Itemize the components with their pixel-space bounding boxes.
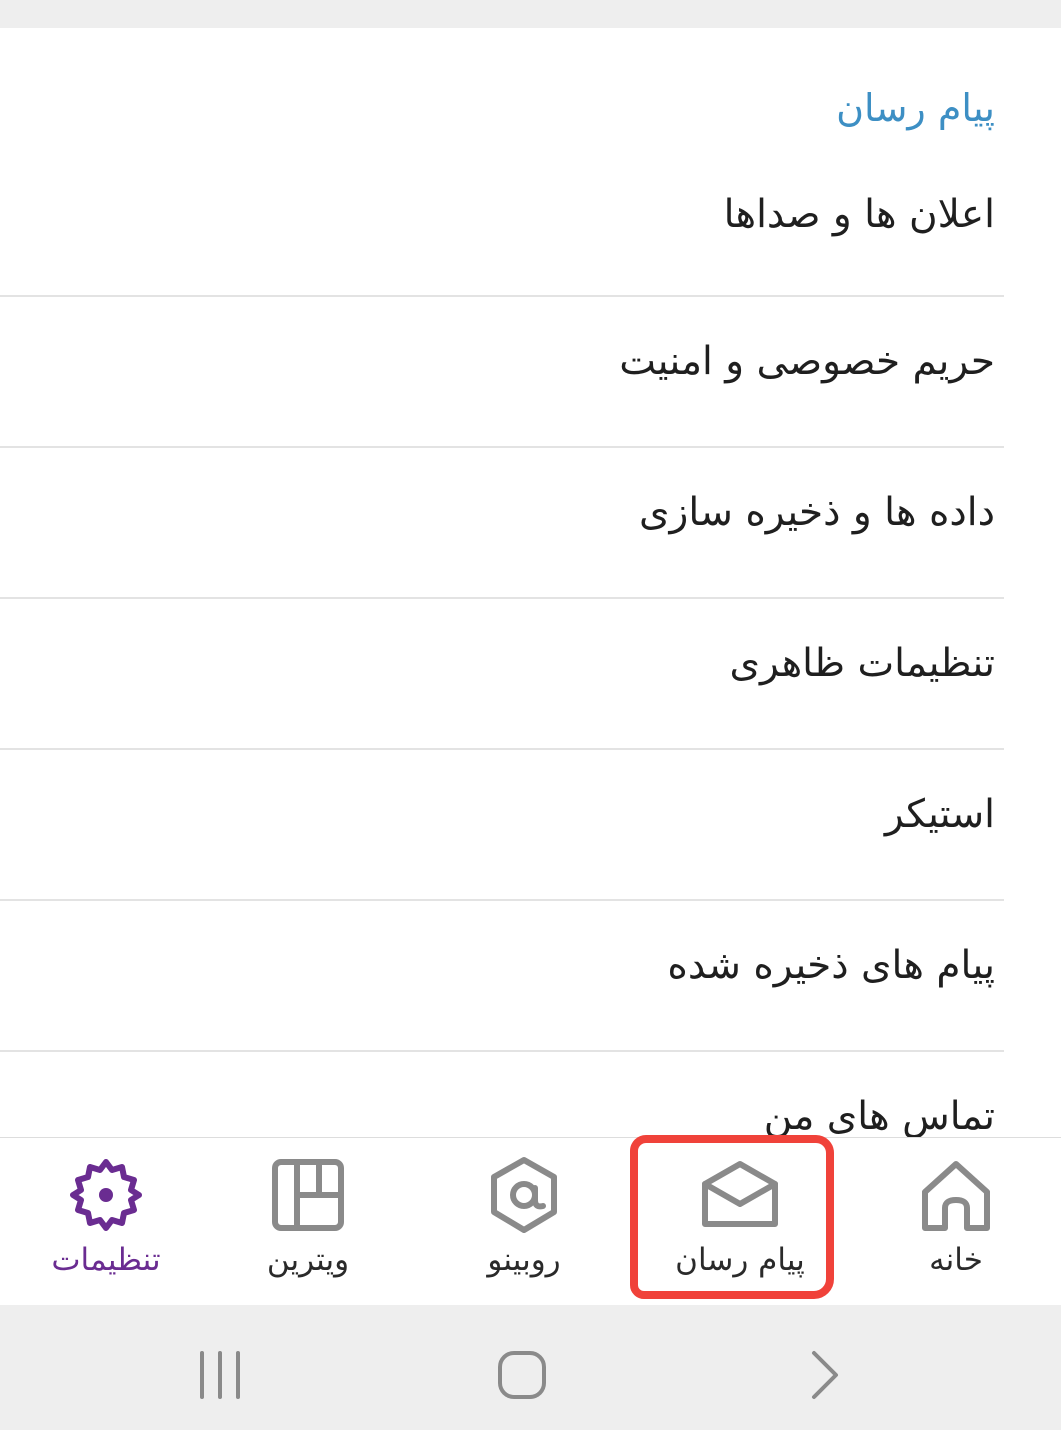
settings-list-panel: پیام رسان اعلان ها و صداها حریم خصوصی و … xyxy=(0,28,1061,1138)
menu-item-label: تنظیمات ظاهری xyxy=(729,641,995,686)
recents-icon[interactable] xyxy=(180,1345,260,1405)
nav-label: خانه xyxy=(929,1242,983,1278)
menu-item-label: حریم خصوصی و امنیت xyxy=(619,339,995,384)
nav-label: تنظیمات xyxy=(51,1242,161,1278)
nav-tab-vitrin[interactable]: ویترین xyxy=(202,1138,414,1306)
system-navigation-bar xyxy=(0,1305,1061,1430)
settings-menu: اعلان ها و صداها حریم خصوصی و امنیت داده… xyxy=(0,146,1061,1138)
at-icon xyxy=(491,1157,557,1233)
menu-item-privacy[interactable]: حریم خصوصی و امنیت xyxy=(0,297,1061,448)
menu-item-saved-messages[interactable]: پیام های ذخیره شده xyxy=(0,901,1061,1052)
status-area xyxy=(0,0,1061,28)
nav-label: روبینو xyxy=(487,1242,561,1278)
menu-item-my-calls[interactable]: تماس های من xyxy=(0,1052,1061,1138)
grid-icon xyxy=(272,1159,344,1231)
nav-tab-settings[interactable]: تنظیمات xyxy=(0,1138,212,1326)
menu-item-appearance[interactable]: تنظیمات ظاهری xyxy=(0,599,1061,750)
menu-item-data-storage[interactable]: داده ها و ذخیره سازی xyxy=(0,448,1061,599)
menu-item-label: اعلان ها و صداها xyxy=(723,192,995,237)
back-icon[interactable] xyxy=(784,1345,864,1405)
menu-item-notifications[interactable]: اعلان ها و صداها xyxy=(0,146,1061,297)
menu-item-sticker[interactable]: استیکر xyxy=(0,750,1061,901)
menu-item-label: داده ها و ذخیره سازی xyxy=(639,490,995,535)
home-button-icon[interactable] xyxy=(482,1345,562,1405)
menu-item-label: پیام های ذخیره شده xyxy=(667,943,995,988)
menu-item-label: تماس های من xyxy=(763,1094,995,1138)
bottom-navigation: تنظیمات ویترین روبینو پیام رسان خانه xyxy=(0,1137,1061,1326)
nav-label: ویترین xyxy=(266,1242,350,1278)
nav-tab-home[interactable]: خانه xyxy=(850,1138,1061,1306)
section-header-messenger: پیام رسان xyxy=(836,86,995,130)
highlight-annotation xyxy=(630,1135,834,1299)
nav-tab-rubino[interactable]: روبینو xyxy=(418,1138,630,1306)
home-icon xyxy=(922,1161,990,1231)
menu-item-label: استیکر xyxy=(884,792,995,837)
gear-icon xyxy=(70,1159,142,1231)
